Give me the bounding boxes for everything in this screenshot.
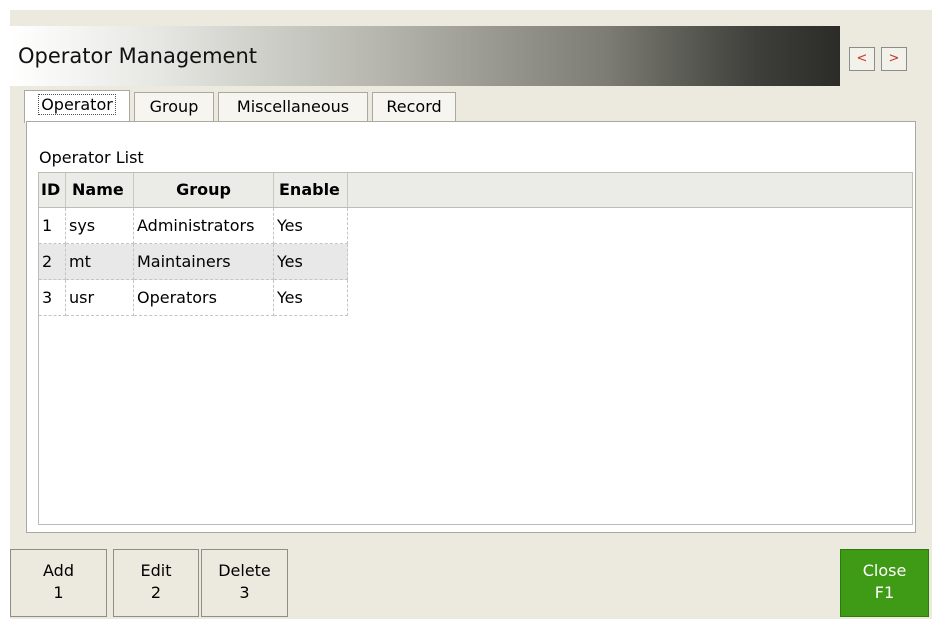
operator-list-label: Operator List [39,148,144,167]
operator-management-window: Operator Management < > Operator Group M… [10,10,932,619]
add-button[interactable]: Add 1 [10,549,107,617]
title-bar: Operator Management [10,26,840,86]
tab-operator-label: Operator [38,94,116,115]
close-button-label: Close [862,561,907,580]
cell-enable: Yes [274,280,348,316]
tab-miscellaneous[interactable]: Miscellaneous [218,92,368,122]
cell-id: 3 [39,280,66,316]
window-title: Operator Management [18,44,258,68]
edit-button[interactable]: Edit 2 [113,549,199,617]
tab-operator[interactable]: Operator [24,90,130,123]
add-button-label: Add [43,561,74,580]
cell-id: 2 [39,244,66,280]
column-header-group[interactable]: Group [134,173,274,207]
cell-name: mt [66,244,134,280]
cell-name: sys [66,208,134,244]
delete-button-key: 3 [239,583,250,602]
column-header-id[interactable]: ID [39,173,66,207]
operator-panel: Operator List ID Name Group Enable 1 sys… [26,121,916,533]
column-header-name[interactable]: Name [66,173,134,207]
cell-group: Administrators [134,208,274,244]
next-page-button[interactable]: > [881,47,907,71]
cell-group: Operators [134,280,274,316]
column-header-enable[interactable]: Enable [274,173,348,207]
edit-button-key: 2 [150,583,162,602]
tab-record[interactable]: Record [372,92,456,122]
close-button-key: F1 [874,583,895,602]
edit-button-label: Edit [140,561,172,580]
add-button-key: 1 [53,583,64,602]
cell-name: usr [66,280,134,316]
delete-button[interactable]: Delete 3 [201,549,288,617]
cell-enable: Yes [274,208,348,244]
cell-enable: Yes [274,244,348,280]
cell-group: Maintainers [134,244,274,280]
tab-group[interactable]: Group [134,92,214,122]
operator-table[interactable]: ID Name Group Enable 1 sys Administrator… [38,172,913,525]
close-button[interactable]: Close F1 [840,549,929,617]
cell-id: 1 [39,208,66,244]
table-header: ID Name Group Enable [39,173,912,208]
previous-page-button[interactable]: < [849,47,875,71]
delete-button-label: Delete [218,561,271,580]
